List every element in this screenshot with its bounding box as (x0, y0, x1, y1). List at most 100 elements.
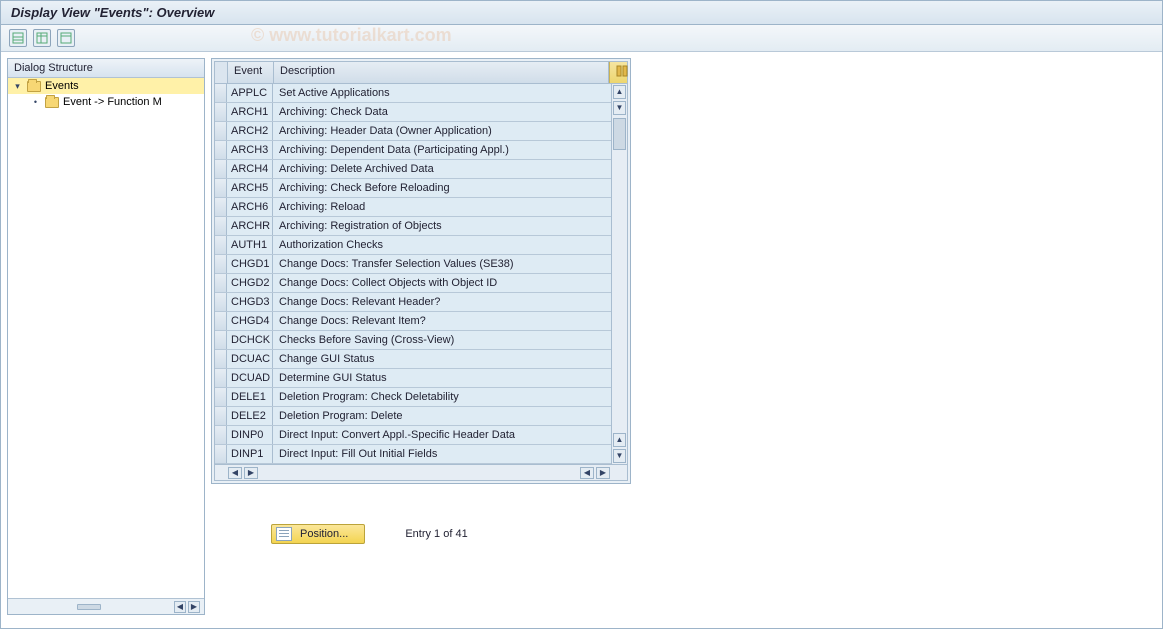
table-row[interactable]: ARCH1Archiving: Check Data (215, 103, 627, 122)
cell-description: Change Docs: Relevant Header? (273, 293, 627, 311)
cell-event: ARCH4 (227, 160, 273, 178)
sidebar-scroll-handle[interactable] (77, 604, 101, 610)
table-row[interactable]: ARCH3Archiving: Dependent Data (Particip… (215, 141, 627, 160)
cell-event: DINP1 (227, 445, 273, 463)
row-selector[interactable] (215, 141, 227, 159)
table-row[interactable]: DINP1Direct Input: Fill Out Initial Fiel… (215, 445, 627, 464)
row-selector[interactable] (215, 236, 227, 254)
grid-header: Event Description (215, 62, 627, 84)
hscroll-right-btn[interactable]: ▶ (244, 467, 258, 479)
table-row[interactable]: ARCH6Archiving: Reload (215, 198, 627, 217)
table-row[interactable]: ARCHRArchiving: Registration of Objects (215, 217, 627, 236)
table-row[interactable]: CHGD4Change Docs: Relevant Item? (215, 312, 627, 331)
cell-description: Change Docs: Relevant Item? (273, 312, 627, 330)
cell-event: ARCH6 (227, 198, 273, 216)
row-selector[interactable] (215, 160, 227, 178)
table-row[interactable]: ARCH2Archiving: Header Data (Owner Appli… (215, 122, 627, 141)
watermark: © www.tutorialkart.com (251, 25, 452, 46)
row-selector[interactable] (215, 407, 227, 425)
row-selector[interactable] (215, 350, 227, 368)
row-selector[interactable] (215, 388, 227, 406)
toolbar: © www.tutorialkart.com (1, 25, 1162, 52)
row-selector[interactable] (215, 312, 227, 330)
hscroll-right-seg: ◀ ▶ (273, 466, 611, 480)
scroll-down-small-button[interactable]: ▼ (613, 101, 626, 115)
page-title: Display View "Events": Overview (11, 5, 214, 20)
table-row[interactable]: CHGD2Change Docs: Collect Objects with O… (215, 274, 627, 293)
row-selector[interactable] (215, 103, 227, 121)
row-selector[interactable] (215, 274, 227, 292)
position-button[interactable]: Position... (271, 524, 365, 544)
table-row[interactable]: CHGD3Change Docs: Relevant Header? (215, 293, 627, 312)
tree: ▾ Events • Event -> Function M (8, 78, 204, 598)
title-bar: Display View "Events": Overview (1, 1, 1162, 25)
table-row[interactable]: DINP0Direct Input: Convert Appl.-Specifi… (215, 426, 627, 445)
table-row[interactable]: DCUACChange GUI Status (215, 350, 627, 369)
table-row[interactable]: ARCH5Archiving: Check Before Reloading (215, 179, 627, 198)
cell-description: Archiving: Header Data (Owner Applicatio… (273, 122, 627, 140)
grid-header-selcol[interactable] (215, 62, 228, 83)
hscroll-right-btn-2[interactable]: ▶ (596, 467, 610, 479)
row-selector[interactable] (215, 217, 227, 235)
scroll-up-small-button[interactable]: ▲ (613, 433, 626, 447)
row-selector[interactable] (215, 369, 227, 387)
grid-vscroll: ▲ ▼ ▲ ▼ (611, 84, 627, 464)
cell-description: Deletion Program: Check Deletability (273, 388, 627, 406)
grid-header-event[interactable]: Event (228, 62, 274, 83)
row-selector[interactable] (215, 84, 227, 102)
table-row[interactable]: ARCH4Archiving: Delete Archived Data (215, 160, 627, 179)
row-selector[interactable] (215, 122, 227, 140)
vscroll-handle[interactable] (613, 118, 626, 150)
toolbar-btn-2[interactable] (33, 29, 51, 47)
cell-description: Archiving: Delete Archived Data (273, 160, 627, 178)
table-row[interactable]: APPLCSet Active Applications (215, 84, 627, 103)
cell-description: Archiving: Reload (273, 198, 627, 216)
body: Dialog Structure ▾ Events • Event -> Fun… (1, 52, 1162, 621)
cell-event: DELE1 (227, 388, 273, 406)
row-selector[interactable] (215, 293, 227, 311)
table-row[interactable]: AUTH1Authorization Checks (215, 236, 627, 255)
sidebar-scroll-right[interactable]: ▶ (188, 601, 200, 613)
row-selector[interactable] (215, 198, 227, 216)
cell-event: ARCH3 (227, 141, 273, 159)
row-selector[interactable] (215, 179, 227, 197)
row-selector[interactable] (215, 426, 227, 444)
table-row[interactable]: DELE1Deletion Program: Check Deletabilit… (215, 388, 627, 407)
tree-node-event-function[interactable]: • Event -> Function M (8, 94, 204, 110)
toolbar-btn-1[interactable] (9, 29, 27, 47)
table-row[interactable]: DCHCKChecks Before Saving (Cross-View) (215, 331, 627, 350)
cell-description: Determine GUI Status (273, 369, 627, 387)
grid-header-description[interactable]: Description (274, 62, 609, 83)
cell-event: DCUAC (227, 350, 273, 368)
cell-description: Authorization Checks (273, 236, 627, 254)
sidebar-scroll-left[interactable]: ◀ (174, 601, 186, 613)
sidebar-hscroll: ◀ ▶ (8, 598, 204, 614)
table-row[interactable]: DELE2Deletion Program: Delete (215, 407, 627, 426)
sidebar-scroll-track[interactable] (16, 604, 168, 610)
scroll-up-button[interactable]: ▲ (613, 85, 626, 99)
tree-node-label: Events (45, 80, 79, 92)
row-selector[interactable] (215, 445, 227, 463)
table-row[interactable]: CHGD1Change Docs: Transfer Selection Val… (215, 255, 627, 274)
hscroll-left-seg: ◀ ▶ (227, 466, 273, 480)
cell-event: CHGD1 (227, 255, 273, 273)
toolbar-btn-3[interactable] (57, 29, 75, 47)
cell-event: DELE2 (227, 407, 273, 425)
hscroll-left-btn-2[interactable]: ◀ (580, 467, 594, 479)
cell-description: Deletion Program: Delete (273, 407, 627, 425)
cell-description: Archiving: Check Before Reloading (273, 179, 627, 197)
row-selector[interactable] (215, 331, 227, 349)
vscroll-track[interactable] (612, 116, 627, 432)
table-row[interactable]: DCUADDetermine GUI Status (215, 369, 627, 388)
cell-description: Direct Input: Fill Out Initial Fields (273, 445, 627, 463)
cell-event: ARCH2 (227, 122, 273, 140)
row-selector[interactable] (215, 255, 227, 273)
tree-node-events[interactable]: ▾ Events (8, 78, 204, 94)
scroll-down-button[interactable]: ▼ (613, 449, 626, 463)
cell-description: Archiving: Check Data (273, 103, 627, 121)
cell-event: DINP0 (227, 426, 273, 444)
hscroll-left-btn[interactable]: ◀ (228, 467, 242, 479)
tree-toggle-icon[interactable]: ▾ (12, 81, 23, 92)
grid-configure-icon[interactable] (609, 62, 627, 83)
grid-hscroll: ◀ ▶ ◀ ▶ (215, 464, 627, 480)
